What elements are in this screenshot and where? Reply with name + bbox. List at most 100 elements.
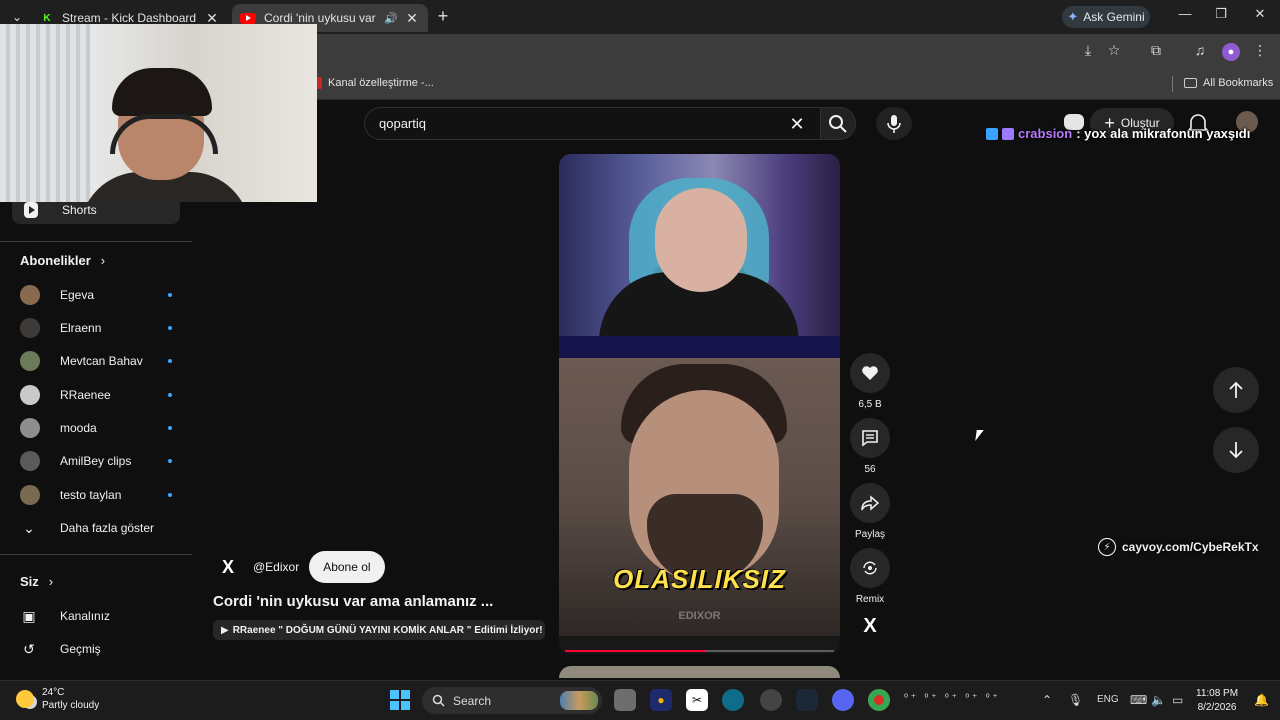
new-content-dot	[168, 459, 172, 463]
media-control-icon[interactable]: ♫	[1190, 42, 1210, 58]
browser-profile-avatar[interactable]: ●	[1222, 43, 1240, 61]
microphone-icon	[887, 114, 901, 133]
tab-title: Stream - Kick Dashboard	[62, 11, 197, 25]
search-button[interactable]	[820, 107, 856, 140]
chevron-right-icon: ›	[48, 574, 54, 589]
sidebar-item-label: Kanalınız	[60, 609, 111, 623]
bookmark-separator	[1172, 76, 1173, 92]
weather-widget[interactable]: 24°C Partly cloudy	[16, 686, 99, 712]
previous-short-button[interactable]	[1213, 367, 1259, 413]
tray-battery-icon[interactable]: ▭	[1172, 693, 1183, 707]
short-title[interactable]: Cordi 'nin uykusu var ama anlamanız ...	[213, 593, 493, 610]
chat-message: : yox ala mikrafonun yaxşıdı	[1076, 126, 1251, 141]
install-app-icon[interactable]: ⤓	[1078, 42, 1098, 59]
next-short-preview[interactable]	[559, 666, 840, 678]
steam-icon[interactable]	[796, 689, 818, 711]
channel-avatar-x-icon[interactable]: X	[213, 552, 243, 582]
speaker-icon[interactable]: 🔊	[384, 12, 398, 25]
windows-start-icon[interactable]	[390, 690, 410, 710]
video-top-person-face	[655, 188, 747, 292]
discord-icon[interactable]	[832, 689, 854, 711]
taskbar-search[interactable]: Search	[422, 687, 602, 714]
like-count: 6,5 B	[858, 399, 882, 410]
tray-microphone-icon[interactable]: 🎙	[1068, 693, 1083, 707]
bookmark-item[interactable]: Kanal özelleştirme -...	[310, 77, 434, 89]
voice-search-button[interactable]	[876, 107, 912, 140]
you-heading[interactable]: Siz ›	[20, 574, 53, 589]
chat-overlay-message: crabsion : yox ala mikrafonun yaxşıdı	[986, 126, 1250, 141]
close-window-icon[interactable]: ✕	[1245, 6, 1275, 22]
video-progress-fill	[565, 650, 705, 652]
notification-center-icon[interactable]: 🔔	[1254, 693, 1269, 707]
like-button[interactable]	[850, 353, 890, 393]
comments-button[interactable]	[850, 418, 890, 458]
remix-button[interactable]	[850, 548, 890, 588]
taskbar-search-label: Search	[453, 693, 492, 708]
new-tab-plus-icon[interactable]: +	[432, 6, 454, 27]
clear-search-icon[interactable]: ✕	[786, 113, 808, 135]
share-label: Paylaş	[854, 529, 885, 540]
tray-chevron-up-icon[interactable]: ⌃	[1042, 693, 1052, 707]
task-view-icon[interactable]	[614, 689, 636, 711]
capcut-icon[interactable]: ✂	[686, 689, 708, 711]
show-more-button[interactable]: ⌄ Daha fazla göster	[20, 516, 154, 540]
sidebar-divider	[0, 241, 192, 242]
ask-gemini-button[interactable]: ✦ Ask Gemini	[1062, 6, 1150, 28]
bookmark-star-icon[interactable]: ☆	[1104, 42, 1124, 59]
chat-badge-icon	[1002, 127, 1014, 140]
subscription-item[interactable]: mooda	[20, 416, 172, 440]
chat-badge-icon	[986, 127, 998, 140]
arrow-down-icon	[1229, 442, 1243, 459]
subscription-item[interactable]: Mevtcan Bahav	[20, 349, 172, 373]
taskbar-clock[interactable]: 11:08 PM 8/2/2026	[1196, 687, 1238, 715]
share-arrow-icon	[861, 495, 879, 511]
subscription-name: testo taylan	[60, 488, 122, 502]
short-video-player[interactable]: OLASILIKSIZ EDIXOR	[559, 154, 840, 654]
subscription-item[interactable]: AmilBey clips	[20, 449, 172, 473]
edge-icon[interactable]	[722, 689, 744, 711]
new-content-dot	[168, 293, 172, 297]
subscription-name: Mevtcan Bahav	[60, 354, 143, 368]
sidebar-item-your-channel[interactable]: ▣ Kanalınız	[20, 604, 110, 628]
account-box-icon: ▣	[22, 607, 36, 624]
subscription-item[interactable]: RRaenee	[20, 383, 172, 407]
subscribe-button[interactable]: Abone ol	[309, 551, 385, 583]
next-short-button[interactable]	[1213, 427, 1259, 473]
channel-avatar	[20, 351, 40, 371]
language-indicator[interactable]: ENG	[1097, 694, 1119, 705]
comment-action: 56	[850, 418, 890, 475]
streamer-webcam-overlay	[0, 24, 317, 202]
extensions-icon[interactable]: ⧉	[1146, 42, 1166, 59]
tray-volume-icon[interactable]: 🔈	[1151, 693, 1166, 707]
taskbar-placeholder-icons: ⁰ ⁺ ⁰ ⁺ ⁰ ⁺ ⁰ ⁺ ⁰ ⁺	[904, 693, 998, 704]
search-input[interactable]: qopartiq	[364, 107, 820, 140]
sidebar-item-history[interactable]: ↺ Geçmiş	[20, 637, 101, 661]
all-bookmarks-button[interactable]: All Bookmarks	[1184, 77, 1273, 89]
related-video-link[interactable]: ▶ RRaenee " DOĞUM GÜNÜ YAYINI KOMİK ANLA…	[213, 620, 545, 640]
chrome-icon[interactable]	[868, 689, 890, 711]
channel-avatar	[20, 485, 40, 505]
channel-x-logo[interactable]: X	[850, 615, 890, 638]
browser-menu-icon[interactable]: ⋮	[1250, 42, 1270, 59]
kick-icon: K	[40, 11, 54, 25]
channel-handle[interactable]: @Edixor	[253, 560, 299, 574]
taskbar-app-icon[interactable]: ●	[650, 689, 672, 711]
subscriptions-heading[interactable]: Abonelikler ›	[20, 253, 105, 268]
subscription-item[interactable]: Egeva	[20, 283, 172, 307]
restore-icon[interactable]: ❐	[1206, 6, 1236, 22]
minimize-icon[interactable]: —	[1170, 6, 1200, 21]
remix-icon	[863, 561, 877, 575]
subscription-name: Egeva	[60, 288, 95, 302]
channel-avatar	[20, 318, 40, 338]
subscription-name: RRaenee	[60, 388, 111, 402]
subscription-name: Elraenn	[60, 321, 102, 335]
obs-icon[interactable]	[760, 689, 782, 711]
new-content-dot	[168, 393, 172, 397]
video-progress-bar[interactable]	[565, 650, 834, 652]
youtube-sidebar: Shorts Abonelikler › Egeva Elraenn Mevtc…	[0, 196, 192, 676]
tray-network-icon[interactable]: ⌨	[1130, 693, 1147, 707]
share-button[interactable]	[850, 483, 890, 523]
close-tab-icon[interactable]: ✕	[404, 10, 420, 27]
subscription-item[interactable]: Elraenn	[20, 316, 172, 340]
subscription-item[interactable]: testo taylan	[20, 483, 172, 507]
